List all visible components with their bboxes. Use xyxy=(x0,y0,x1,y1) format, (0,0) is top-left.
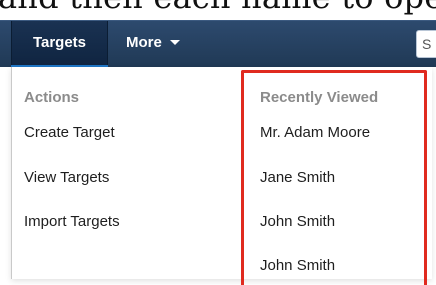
top-navbar: Targets More S xyxy=(0,20,436,68)
menu-item-import-targets[interactable]: Import Targets xyxy=(24,213,120,230)
tab-more[interactable]: More xyxy=(125,21,210,67)
menu-item-view-targets[interactable]: View Targets xyxy=(24,169,109,186)
search-input-text: S xyxy=(422,36,432,52)
actions-section-title: Actions xyxy=(24,89,80,106)
search-input[interactable]: S xyxy=(416,30,436,58)
recently-viewed-highlight-box xyxy=(241,70,427,285)
tab-targets-label: Targets xyxy=(32,34,87,51)
tab-more-label: More xyxy=(126,34,162,51)
tab-targets[interactable]: Targets xyxy=(11,21,108,68)
menu-item-create-target[interactable]: Create Target xyxy=(24,124,115,141)
caption-text: and then each name to ope xyxy=(0,0,436,16)
doc-caption-text: and then each name to ope xyxy=(0,0,436,20)
caret-down-icon xyxy=(169,39,180,45)
